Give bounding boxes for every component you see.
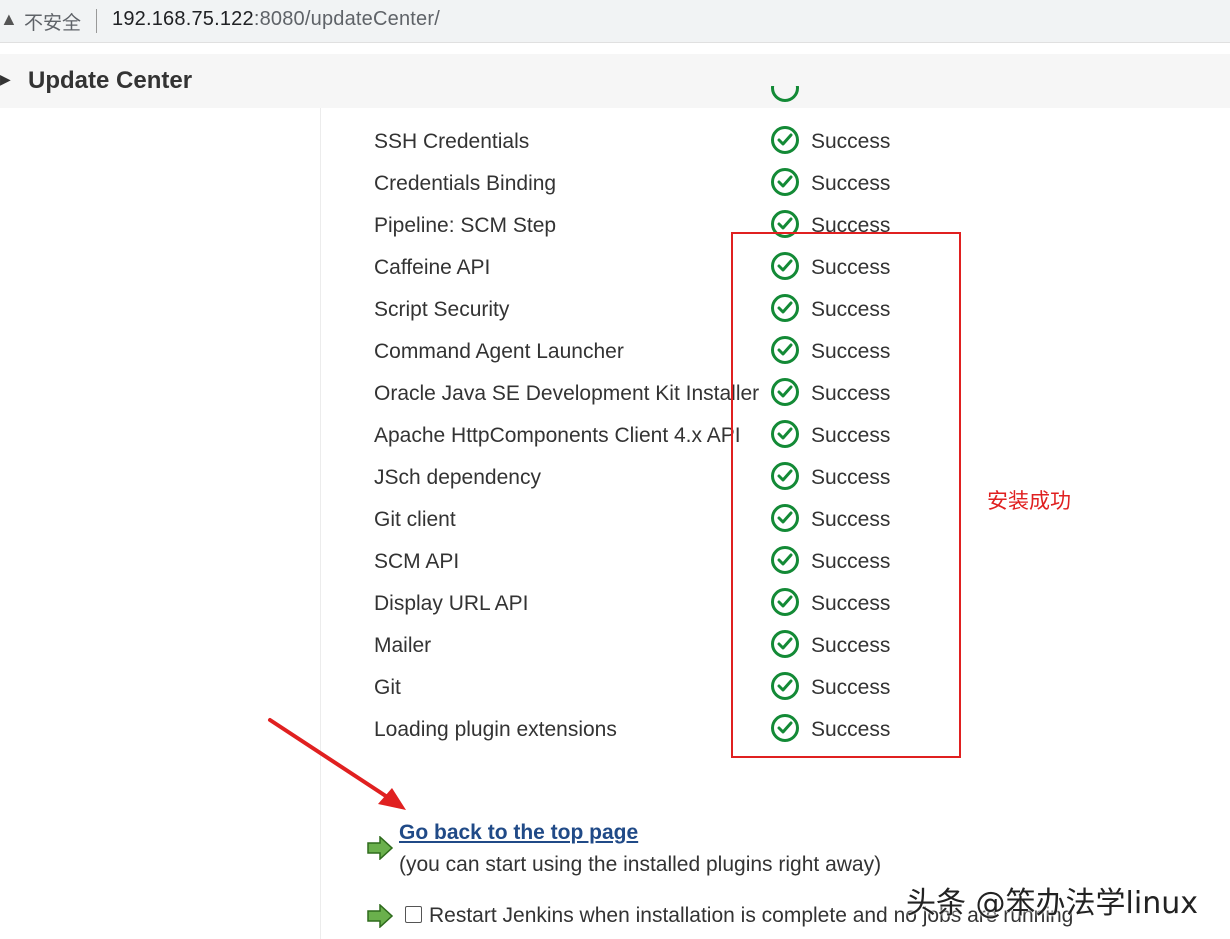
browser-address-bar[interactable]: ▲ 不安全 192.168.75.122:8080/updateCenter/	[0, 0, 1230, 43]
partial-status-icon	[771, 86, 805, 108]
caret-right-icon[interactable]: ▶	[0, 71, 11, 88]
annotation-highlight-box	[731, 232, 961, 758]
plugin-name: Git	[374, 676, 401, 699]
green-arrow-icon	[367, 904, 393, 928]
watermark-text: 头条 @笨办法学linux	[906, 886, 1198, 921]
url-path[interactable]: :8080/updateCenter/	[254, 8, 440, 30]
page-title: Update Center	[28, 67, 193, 94]
not-secure-warning-icon[interactable]: ▲	[0, 9, 18, 30]
success-check-icon	[771, 168, 799, 196]
plugin-name: Display URL API	[374, 592, 529, 615]
plugin-name: SCM API	[374, 550, 460, 573]
plugin-status: Success	[811, 130, 891, 153]
plugin-name: SSH Credentials	[374, 130, 530, 153]
url-host[interactable]: 192.168.75.122	[112, 8, 254, 30]
plugin-name: Git client	[374, 508, 456, 531]
go-back-top-page-link[interactable]: Go back to the top page	[399, 821, 638, 845]
plugin-name: Script Security	[374, 298, 510, 321]
go-back-note: (you can start using the installed plugi…	[399, 853, 882, 876]
plugin-name: JSch dependency	[374, 466, 541, 489]
green-arrow-icon	[367, 836, 393, 860]
plugin-name: Apache HttpComponents Client 4.x API	[374, 424, 741, 447]
plugin-name: Command Agent Launcher	[374, 340, 624, 363]
plugin-name: Credentials Binding	[374, 172, 557, 195]
page-header: ▶ Update Center	[0, 54, 1230, 108]
plugin-name: Mailer	[374, 634, 432, 657]
plugin-name: Caffeine API	[374, 256, 491, 279]
annotation-text: 安装成功	[987, 489, 1071, 513]
plugin-name: Pipeline: SCM Step	[374, 214, 557, 237]
restart-jenkins-checkbox[interactable]	[405, 906, 422, 923]
plugin-status: Success	[811, 172, 891, 195]
address-separator	[96, 9, 97, 33]
plugin-name: Oracle Java SE Development Kit Installer	[374, 382, 760, 405]
annotation-arrow-icon	[268, 718, 406, 810]
not-secure-label[interactable]: 不安全	[24, 8, 81, 35]
url-text[interactable]: 192.168.75.122:8080/updateCenter/	[112, 8, 440, 31]
success-check-icon	[771, 126, 799, 154]
